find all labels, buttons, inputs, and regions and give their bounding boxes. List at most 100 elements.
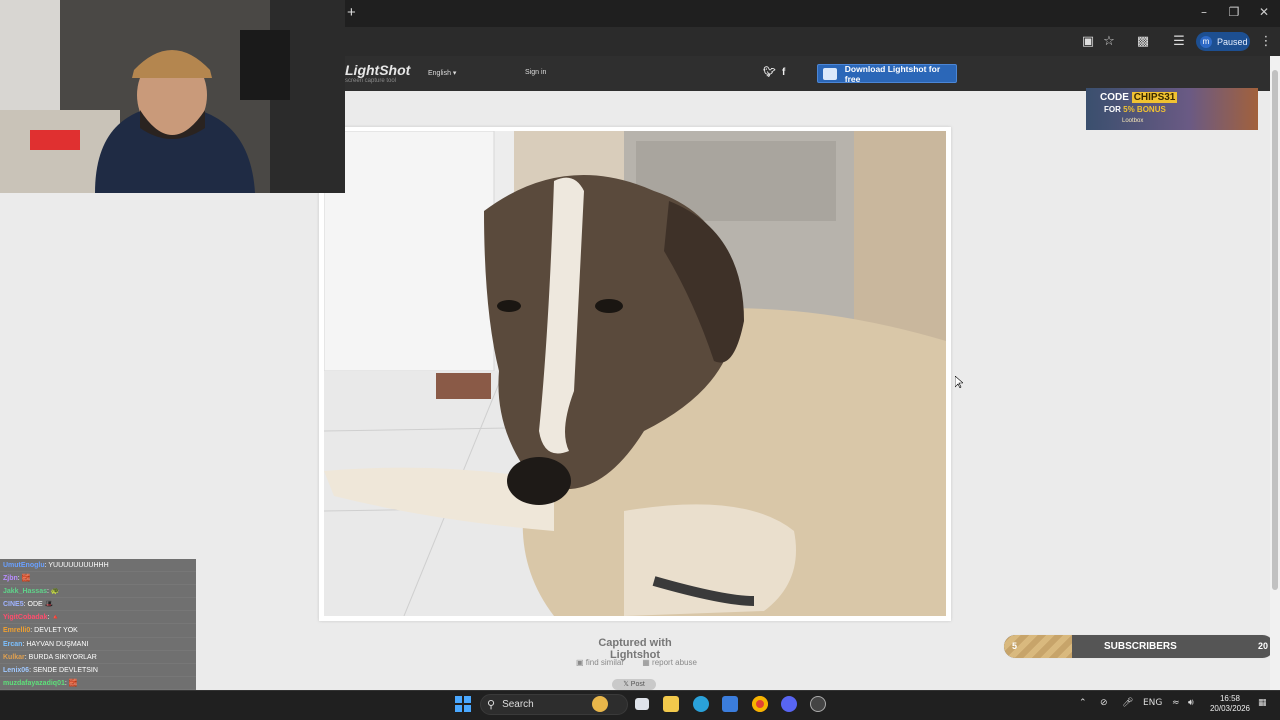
sign-in-link[interactable]: Sign in: [525, 69, 546, 76]
screenshot-image[interactable]: [324, 131, 946, 616]
chat-message: muzdafayazadiq01: 🧱: [0, 677, 196, 690]
subscribers-current: 5: [1012, 641, 1018, 651]
subscribers-goal-bar: 5 SUBSCRIBERS 20: [1003, 634, 1275, 659]
ad-bonus-line: FOR 5% BONUS: [1104, 105, 1166, 114]
edge-icon[interactable]: [693, 696, 709, 712]
scrollbar-thumb[interactable]: [1272, 70, 1278, 590]
ad-code-line: CODE CHIPS31: [1100, 92, 1178, 103]
chat-text: : ODE 🎩: [23, 601, 54, 609]
notifications-icon[interactable]: ▦: [1258, 698, 1267, 708]
input-language[interactable]: ENG: [1143, 698, 1162, 708]
chat-text: : YUUUUUUUUHHH: [44, 562, 109, 569]
webcam-overlay: [0, 0, 345, 193]
chat-message: UmutEnoglu: YUUUUUUUUHHH: [0, 559, 196, 573]
twitter-icon[interactable]: 🐦︎: [763, 67, 776, 78]
report-abuse-label: report abuse: [652, 658, 697, 667]
chat-message: Kulkar: BURDA SIKIYORLAR: [0, 651, 196, 664]
ad-bonus-value: 5% BONUS: [1123, 105, 1166, 114]
chat-message: Emrelli0: DEVLET YOK: [0, 624, 196, 638]
profile-avatar: m: [1200, 35, 1212, 48]
widget-icon[interactable]: [592, 696, 608, 712]
ad-code-prefix: CODE: [1100, 92, 1129, 103]
download-label: Download Lightshot for free: [844, 63, 941, 84]
profile-button[interactable]: m Paused: [1196, 32, 1250, 51]
post-label: Post: [630, 681, 645, 688]
webcam-video: [0, 0, 345, 193]
lightshot-tagline: screen capture tool: [345, 78, 397, 84]
chat-message: Jakk_Hassas: 🐢: [0, 585, 196, 599]
lootbox-ad-banner[interactable]: CODE CHIPS31 FOR 5% BONUS Lootbox: [1086, 88, 1258, 130]
chat-text: : HAYVAN DUŞMANI: [22, 640, 89, 648]
browser-menu-icon[interactable]: ⋮: [1258, 34, 1274, 49]
subscribers-goal: 20: [1257, 641, 1268, 651]
image-actions: ▣ find similar ▦ report abuse: [576, 658, 713, 667]
find-similar-label: find similar: [585, 658, 625, 667]
chat-message: Ercan: HAYVAN DUŞMANI: [0, 638, 196, 651]
report-abuse-link[interactable]: ▦ report abuse: [642, 658, 705, 667]
microphone-icon[interactable]: 🎤︎: [1122, 698, 1133, 708]
chat-text: : SENDE DEVLETSIN: [29, 666, 98, 674]
chat-username[interactable]: Ercan: [3, 641, 22, 648]
chat-username[interactable]: muzdafayazadiq01: [3, 680, 65, 687]
ad-code-value: CHIPS31: [1131, 92, 1178, 103]
lightshot-logo[interactable]: LightShot: [345, 62, 410, 78]
volume-icon[interactable]: 🔊︎: [1188, 698, 1194, 708]
chat-text: : 🧱: [17, 575, 31, 583]
stream-chat-overlay: UmutEnoglu: YUUUUUUUUHHH Zjbn: 🧱 Jakk_Hass…: [0, 559, 196, 704]
language-label: English: [428, 70, 451, 77]
download-icon: [823, 67, 837, 80]
taskbar-clock[interactable]: 16:58 20/03/2026: [1205, 694, 1255, 714]
windows-start-icon[interactable]: [455, 696, 471, 712]
chat-username[interactable]: Emrelli0: [3, 627, 30, 634]
media-controls-icon[interactable]: ☰: [1171, 34, 1187, 49]
network-off-icon[interactable]: ⊘: [1100, 698, 1108, 708]
chat-username[interactable]: Jakk_Hassas: [3, 588, 47, 595]
wifi-icon[interactable]: ≈: [1172, 698, 1180, 708]
bookmark-star-icon[interactable]: ☆: [1101, 34, 1117, 49]
post-button[interactable]: 𝕏 Post: [612, 679, 656, 690]
chat-username[interactable]: Lenix06: [3, 667, 29, 674]
search-icon: ⚲: [487, 698, 496, 711]
language-selector[interactable]: English ▾: [428, 69, 456, 77]
chat-username[interactable]: UmutEnoglu: [3, 562, 45, 569]
chat-message: YigitCobadak: 🔺: [0, 611, 196, 625]
chat-message: CINE5: ODE 🎩: [0, 598, 196, 612]
chat-text: : BURDA SIKIYORLAR: [24, 653, 97, 661]
chat-text: : 🧱: [64, 679, 78, 687]
chat-username[interactable]: YigitCobadak: [3, 614, 47, 621]
extensions-icon[interactable]: ▩: [1135, 34, 1151, 49]
profile-status: Paused: [1217, 36, 1248, 47]
app-icon[interactable]: [810, 696, 826, 712]
subscribers-label: SUBSCRIBERS: [1104, 641, 1177, 652]
chat-username[interactable]: Kulkar: [3, 654, 25, 661]
new-tab-button[interactable]: +: [347, 4, 356, 21]
facebook-icon[interactable]: f: [782, 67, 785, 78]
chat-message: Lenix06: SENDE DEVLETSIN: [0, 664, 196, 677]
mouse-cursor-icon: [955, 376, 963, 388]
clock-date: 20/03/2026: [1209, 704, 1251, 713]
find-similar-link[interactable]: ▣ find similar: [576, 658, 632, 667]
file-explorer-icon[interactable]: [663, 696, 679, 712]
chat-text: : 🐢: [47, 588, 60, 596]
task-view-icon[interactable]: [635, 698, 649, 710]
minimize-icon[interactable]: –: [1189, 5, 1219, 19]
chrome-icon[interactable]: [752, 696, 768, 712]
ad-brand: Lootbox: [1122, 118, 1144, 124]
chat-username[interactable]: CINE5: [3, 601, 24, 608]
tray-overflow-icon[interactable]: ⌃: [1079, 698, 1087, 708]
close-icon[interactable]: ✕: [1249, 5, 1279, 19]
store-icon[interactable]: [722, 696, 738, 712]
clock-time: 16:58: [1219, 694, 1241, 703]
chat-username[interactable]: Zjbn: [3, 575, 18, 582]
install-app-icon[interactable]: ▣: [1080, 34, 1096, 49]
discord-icon[interactable]: [781, 696, 797, 712]
ad-bonus-prefix: FOR: [1104, 105, 1121, 114]
dog-photo: [324, 131, 946, 616]
search-label: Search: [502, 699, 534, 710]
chat-message: Zjbn: 🧱: [0, 572, 196, 586]
chat-text: : DEVLET YOK: [30, 627, 78, 635]
restore-icon[interactable]: ❐: [1219, 5, 1249, 19]
download-lightshot-button[interactable]: Download Lightshot for free: [817, 63, 957, 84]
page-scrollbar[interactable]: [1270, 56, 1280, 690]
chat-text: : 🔺: [47, 614, 61, 622]
